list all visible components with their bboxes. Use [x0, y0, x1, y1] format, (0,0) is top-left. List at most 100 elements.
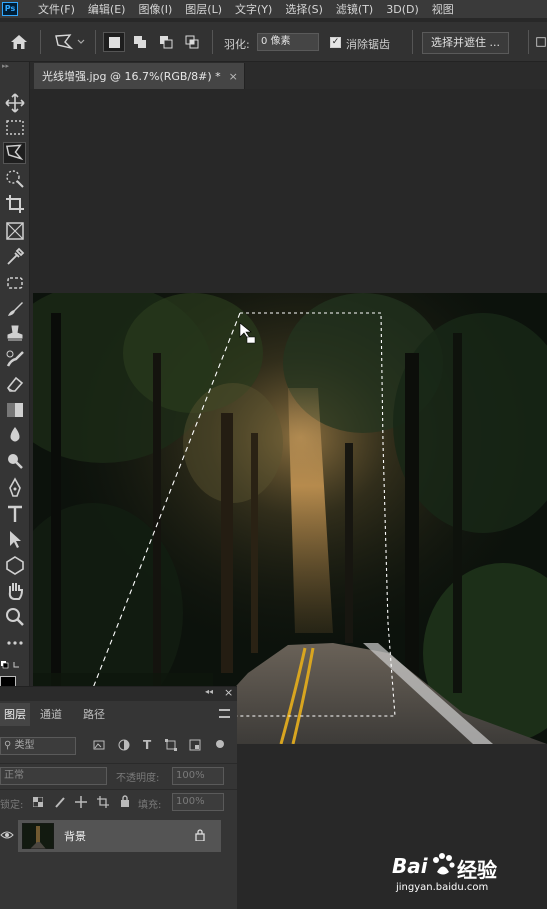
menu-file[interactable]: 文件(F) [38, 1, 75, 17]
tool-gradient[interactable] [3, 399, 26, 421]
tab-layers[interactable]: 图层 [0, 703, 30, 726]
share-button[interactable] [535, 32, 547, 52]
menu-type[interactable]: 文字(Y) [235, 1, 272, 17]
layer-lock-icon [195, 829, 205, 841]
opacity-input[interactable]: 100% [172, 767, 224, 785]
feather-label: 羽化: [224, 38, 250, 51]
new-selection-icon [108, 36, 120, 48]
antialias-checkbox[interactable]: ✓ [330, 37, 341, 48]
tool-move[interactable] [3, 92, 26, 114]
filter-toggle-icon[interactable] [216, 740, 224, 748]
separator [95, 30, 96, 54]
new-selection-button[interactable] [103, 32, 125, 52]
tool-stamp[interactable] [3, 323, 26, 345]
pen-icon [8, 477, 21, 497]
tool-quick-select[interactable] [3, 168, 26, 190]
tool-path-select[interactable] [3, 528, 26, 550]
menu-edit[interactable]: 编辑(E) [88, 1, 126, 17]
tool-history-brush[interactable] [3, 348, 26, 370]
fill-input[interactable]: 100% [172, 793, 224, 811]
filter-kind-select[interactable]: ⚲ 类型 [0, 737, 76, 755]
quick-select-icon [5, 170, 24, 188]
lock-artboard-icon[interactable] [97, 796, 109, 808]
intersect-selection-button[interactable] [181, 32, 203, 52]
menu-layer[interactable]: 图层(L) [185, 1, 222, 17]
share-icon [536, 37, 546, 47]
document-tab-title: 光线增强.jpg @ 16.7%(RGB/8#) * [42, 70, 221, 83]
tool-type[interactable] [3, 503, 26, 525]
lock-transparency-icon[interactable] [33, 797, 43, 807]
tool-crop[interactable] [3, 193, 26, 215]
filter-smart-object-icon[interactable] [189, 739, 201, 751]
tool-pen[interactable] [3, 477, 26, 499]
stamp-icon [7, 325, 22, 341]
lock-label: 锁定: [0, 800, 24, 811]
layer-name[interactable]: 背景 [64, 828, 86, 844]
tool-healing-brush[interactable] [3, 272, 26, 294]
filter-adjustment-icon[interactable] [118, 739, 130, 751]
tool-eyedropper[interactable] [3, 246, 26, 268]
default-colors-button[interactable] [0, 658, 30, 672]
tool-frame[interactable] [3, 220, 26, 242]
menu-view[interactable]: 视图 [432, 1, 454, 17]
close-tab-icon[interactable]: × [229, 70, 238, 83]
filter-type-icon[interactable]: T [143, 738, 151, 752]
panel-menu-icon[interactable] [219, 709, 230, 718]
history-brush-icon [6, 350, 24, 367]
menu-3d[interactable]: 3D(D) [386, 3, 419, 16]
lock-position-icon[interactable] [75, 796, 87, 808]
layer-row-background[interactable]: 背景 [18, 820, 221, 852]
filter-pixel-icon[interactable] [93, 739, 105, 751]
move-icon [4, 93, 25, 113]
watermark-site-name: 经验 [457, 858, 497, 882]
tool-hand[interactable] [3, 580, 26, 602]
home-button[interactable] [8, 32, 30, 52]
crop-icon [5, 195, 24, 213]
document-tab[interactable]: 光线增强.jpg @ 16.7%(RGB/8#) * × [34, 63, 245, 89]
subtract-selection-icon [160, 36, 173, 49]
intersect-selection-icon [185, 35, 199, 49]
home-icon [11, 35, 27, 49]
tool-marquee[interactable] [3, 117, 26, 139]
hand-icon [8, 583, 23, 600]
feather-input[interactable]: 0 像素 [257, 33, 319, 51]
tools-panel: ▸▸ [0, 62, 30, 688]
menu-image[interactable]: 图像(I) [138, 1, 172, 17]
tool-blur[interactable] [3, 424, 26, 446]
tool-shape[interactable] [3, 554, 26, 576]
watermark: Bai 经验 jingyan.baidu.com [392, 852, 542, 897]
select-and-mask-button[interactable]: 选择并遮住 ... [422, 32, 509, 54]
tool-more[interactable] [3, 632, 26, 654]
chevron-down-icon [77, 39, 85, 44]
options-bar: 羽化: 0 像素 ✓ 消除锯齿 选择并遮住 ... [0, 22, 547, 62]
panel-collapse-icon[interactable]: ▸▸ [0, 62, 30, 70]
menu-select[interactable]: 选择(S) [285, 1, 323, 17]
lock-all-icon[interactable] [120, 795, 130, 807]
tool-preset-picker[interactable] [50, 32, 88, 52]
zoom-icon [5, 608, 24, 626]
tool-eraser[interactable] [3, 373, 26, 395]
document-image[interactable] [33, 293, 547, 744]
subtract-from-selection-button[interactable] [155, 32, 177, 52]
blend-mode-select[interactable]: 正常 [0, 767, 107, 785]
tab-paths[interactable]: 路径 [83, 703, 105, 726]
tool-dodge[interactable] [3, 450, 26, 472]
add-to-selection-button[interactable] [129, 32, 151, 52]
tool-zoom[interactable] [3, 606, 26, 628]
layers-panel: ◂◂ × 图层 通道 路径 ⚲ 类型 T 正常 不透明度: 100% 锁定: 填… [0, 686, 237, 909]
lock-pixels-icon[interactable] [54, 796, 66, 808]
healing-brush-icon [6, 277, 23, 289]
more-icon [6, 641, 23, 645]
brush-icon [7, 302, 23, 316]
tool-brush[interactable] [3, 298, 26, 320]
tool-polygonal-lasso[interactable] [3, 142, 26, 164]
filter-shape-icon[interactable] [165, 739, 177, 751]
close-panel-icon[interactable]: × [224, 686, 233, 699]
tab-channels[interactable]: 通道 [40, 703, 62, 726]
menu-filter[interactable]: 滤镜(T) [336, 1, 373, 17]
collapse-panel-icon[interactable]: ◂◂ [205, 687, 213, 696]
eye-icon[interactable] [0, 830, 14, 840]
watermark-url: jingyan.baidu.com [396, 882, 489, 893]
lock-row: 锁定: 填充: 100% [0, 789, 237, 815]
search-icon: ⚲ [4, 740, 12, 751]
